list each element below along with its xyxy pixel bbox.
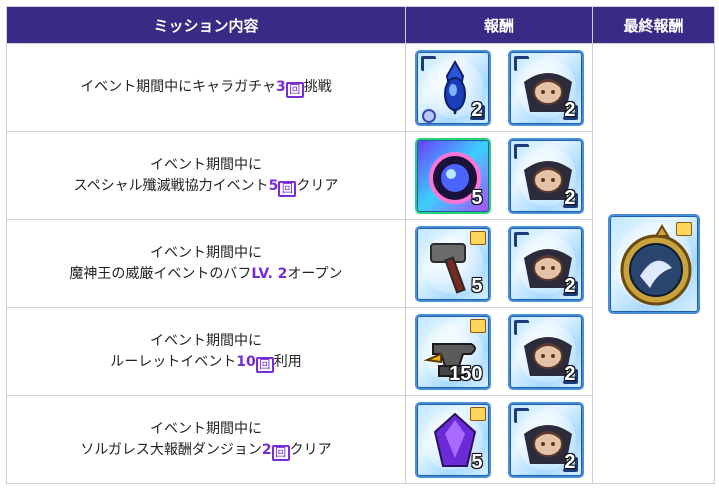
purple-gem-icon[interactable]: 5 bbox=[414, 401, 491, 478]
mission-text: イベント期間中に スペシャル殲滅戦協力イベント5 回クリア bbox=[6, 131, 406, 220]
mission-text: イベント期間中に 魔神王の威厳イベントのバフLV. 2オープン bbox=[6, 219, 406, 308]
mission-table: ミッション内容 報酬 最終報酬 イベント期間中にキャラガチャ3 回挑戦 2 2 … bbox=[6, 6, 715, 484]
final-reward-cell bbox=[592, 43, 715, 484]
reward-cell: 5 2 bbox=[405, 131, 593, 220]
mission-text: イベント期間中に ソルガレス大報酬ダンジョン2 回クリア bbox=[6, 395, 406, 484]
header-mission: ミッション内容 bbox=[6, 6, 406, 44]
demon-character-ticket-icon[interactable]: 2 bbox=[507, 137, 584, 214]
anvil-icon[interactable]: 150 bbox=[414, 313, 491, 390]
reward-cell: 5 2 bbox=[405, 219, 593, 308]
header-reward: 報酬 bbox=[405, 6, 593, 44]
demon-character-ticket-icon[interactable]: 2 bbox=[507, 401, 584, 478]
table-header: ミッション内容 報酬 最終報酬 bbox=[6, 6, 715, 44]
gold-medallion-icon[interactable] bbox=[607, 213, 700, 314]
mission-table-container: ミッション内容 報酬 最終報酬 イベント期間中にキャラガチャ3 回挑戦 2 2 … bbox=[6, 6, 715, 487]
demon-character-ticket-icon[interactable]: 2 bbox=[507, 49, 584, 126]
rainbow-orb-icon[interactable]: 5 bbox=[414, 137, 491, 214]
reward-cell: 150 2 bbox=[405, 307, 593, 396]
mission-text: イベント期間中に ルーレットイベント10 回利用 bbox=[6, 307, 406, 396]
table-row: イベント期間中にキャラガチャ3 回挑戦 2 2 bbox=[6, 43, 715, 484]
reward-cell: 5 2 bbox=[405, 395, 593, 484]
mission-text: イベント期間中にキャラガチャ3 回挑戦 bbox=[6, 43, 406, 132]
header-final-reward: 最終報酬 bbox=[592, 6, 715, 44]
blue-pendant-icon[interactable]: 2 bbox=[414, 49, 491, 126]
demon-character-ticket-icon[interactable]: 2 bbox=[507, 313, 584, 390]
reward-cell: 2 2 bbox=[405, 43, 593, 132]
demon-character-ticket-icon[interactable]: 2 bbox=[507, 225, 584, 302]
hammer-icon[interactable]: 5 bbox=[414, 225, 491, 302]
